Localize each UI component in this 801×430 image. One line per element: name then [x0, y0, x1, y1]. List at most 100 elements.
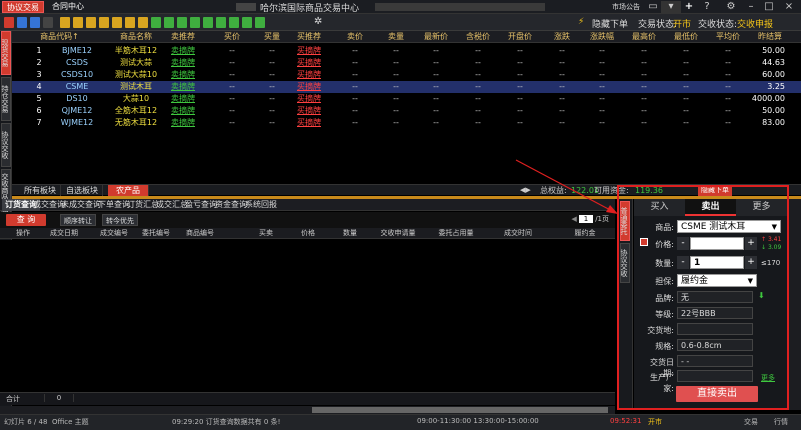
query-col-header[interactable]: 买卖: [248, 228, 284, 239]
query-col-header[interactable]: 数量: [332, 228, 368, 239]
cell-sell[interactable]: 卖摘牌: [165, 93, 201, 105]
col-low[interactable]: 最低价: [669, 31, 703, 43]
grid-icon[interactable]: [43, 17, 53, 28]
market-icon[interactable]: [4, 17, 14, 28]
tool-icon-15[interactable]: [242, 17, 252, 28]
vertical-scrollbar[interactable]: [789, 199, 801, 410]
col-buy-rec[interactable]: 买推荐: [291, 31, 327, 43]
vtab-position-trade[interactable]: 持仓交易: [1, 77, 11, 121]
cell-buy[interactable]: 买摘牌: [291, 93, 327, 105]
tab-contract-center[interactable]: 合同中心: [48, 1, 88, 13]
tool-icon-16[interactable]: [255, 17, 265, 28]
query-col-header[interactable]: 操作: [4, 228, 42, 239]
col-ask[interactable]: 卖价: [340, 31, 370, 43]
tab-agricultural[interactable]: 农产品: [108, 185, 149, 196]
help-icon[interactable]: ?: [697, 1, 717, 13]
close-icon[interactable]: ×: [779, 1, 799, 13]
col-sell-rec[interactable]: 卖推荐: [165, 31, 201, 43]
col-last[interactable]: 最新价: [419, 31, 453, 43]
settings-icon[interactable]: ⚙: [721, 1, 741, 13]
tab-favorites[interactable]: 自选板块: [62, 185, 103, 196]
cell-sell[interactable]: 卖摘牌: [165, 105, 201, 117]
tool-icon-10[interactable]: [177, 17, 187, 28]
scroll-left-icon[interactable]: ◀▶: [520, 186, 531, 194]
new-tab-icon[interactable]: +: [679, 1, 699, 13]
col-tax[interactable]: 含税价: [461, 31, 495, 43]
tool-icon-9[interactable]: [164, 17, 174, 28]
vtab-protocol-exchange[interactable]: 协议交收: [1, 123, 11, 167]
market-notice-link[interactable]: 市场公告: [612, 2, 640, 12]
col-avg[interactable]: 平均价: [711, 31, 745, 43]
query-col-header[interactable]: 成交日期: [42, 228, 86, 239]
tool-icon-7[interactable]: [138, 17, 148, 28]
tool-icon-8[interactable]: [151, 17, 161, 28]
cell-buy[interactable]: 买摘牌: [291, 69, 327, 81]
query-col-header[interactable]: 成交编号: [92, 228, 136, 239]
cell-buy[interactable]: 买摘牌: [291, 45, 327, 57]
hide-order-button[interactable]: 隐藏下单: [592, 17, 628, 30]
cell-sell[interactable]: 卖摘牌: [165, 117, 201, 129]
col-ask-qty[interactable]: 卖量: [381, 31, 411, 43]
cell-sell[interactable]: 卖摘牌: [165, 81, 201, 93]
status-trade[interactable]: 交易: [744, 417, 758, 427]
query-tab[interactable]: 系统回报: [242, 199, 280, 211]
status-quote[interactable]: 行情: [774, 417, 788, 427]
minimize-icon[interactable]: –: [741, 1, 761, 13]
quote-row[interactable]: 5 DS10 大蒜10 卖摘牌 -- -- 买摘牌 -- -- -- -- -- -- -- -- -- -- 4…: [12, 93, 801, 105]
tool-icon-1[interactable]: [60, 17, 70, 28]
query-button[interactable]: 查 询: [6, 214, 46, 226]
gear-icon[interactable]: ✲: [314, 16, 322, 27]
prev-page-icon[interactable]: ◀: [571, 215, 576, 223]
query-col-header[interactable]: 商品编号: [178, 228, 222, 239]
col-chg[interactable]: 涨跌: [547, 31, 577, 43]
col-chgp[interactable]: 涨跌幅: [584, 31, 620, 43]
cell-buy[interactable]: 买摘牌: [291, 117, 327, 129]
cell-sell[interactable]: 卖摘牌: [165, 69, 201, 81]
quote-row[interactable]: 1 BJME12 半筋木耳12 卖摘牌 -- -- 买摘牌 -- -- -- -- -- -- -- -- -…: [12, 45, 801, 57]
tab-protocol-trade[interactable]: 协议交易: [2, 1, 44, 13]
tool-icon-13[interactable]: [216, 17, 226, 28]
col-high[interactable]: 最高价: [627, 31, 661, 43]
scrollbar-thumb[interactable]: [312, 407, 608, 413]
kline-icon[interactable]: [30, 17, 40, 28]
tool-icon-3[interactable]: [86, 17, 96, 28]
transfer-first-button[interactable]: 转今优先: [102, 214, 138, 226]
query-col-header[interactable]: 委托编号: [134, 228, 178, 239]
chat-icon[interactable]: ▭: [643, 1, 663, 13]
col-bid[interactable]: 买价: [217, 31, 247, 43]
quote-row[interactable]: 6 QJME12 全筋木耳12 卖摘牌 -- -- 买摘牌 -- -- -- -- -- -- -- -- -…: [12, 105, 801, 117]
col-settle[interactable]: 昨结算: [753, 31, 787, 43]
tab-all-sections[interactable]: 所有板块: [20, 185, 61, 196]
tool-icon-2[interactable]: [73, 17, 83, 28]
col-open[interactable]: 开盘价: [503, 31, 537, 43]
quote-row[interactable]: 7 WJME12 无筋木耳12 卖摘牌 -- -- 买摘牌 -- -- -- -- -- -- -- -- -…: [12, 117, 801, 129]
col-name[interactable]: 商品名称: [111, 31, 161, 43]
menu-icon[interactable]: ▾: [661, 1, 681, 13]
tool-icon-14[interactable]: [229, 17, 239, 28]
tool-icon-6[interactable]: [125, 17, 135, 28]
cell-sell[interactable]: 卖摘牌: [165, 57, 201, 69]
query-col-header[interactable]: 交收申请量: [370, 228, 426, 239]
quote-row[interactable]: 2 CSDS 测试大蒜 卖摘牌 -- -- 买摘牌 -- -- -- -- -- -- -- -- -- -- 4…: [12, 57, 801, 69]
chart-icon[interactable]: [17, 17, 27, 28]
query-col-header[interactable]: 成交时间: [488, 228, 548, 239]
cell-buy[interactable]: 买摘牌: [291, 105, 327, 117]
maximize-icon[interactable]: □: [759, 1, 779, 13]
quote-row[interactable]: 3 CSDS10 测试大蒜10 卖摘牌 -- -- 买摘牌 -- -- -- -- -- -- -- -- -…: [12, 69, 801, 81]
cell-sell[interactable]: 卖摘牌: [165, 45, 201, 57]
tool-icon-4[interactable]: [99, 17, 109, 28]
vtab-spot-trade[interactable]: 现货交易: [1, 31, 11, 75]
col-code[interactable]: 商品代码↑: [37, 31, 82, 43]
cell-buy[interactable]: 买摘牌: [291, 57, 327, 69]
query-col-header[interactable]: 委托占用量: [428, 228, 484, 239]
col-bid-qty[interactable]: 买量: [257, 31, 287, 43]
query-col-header[interactable]: 履约金: [560, 228, 610, 239]
tool-icon-5[interactable]: [112, 17, 122, 28]
seq-transfer-button[interactable]: 顺序转让: [60, 214, 96, 226]
query-col-header[interactable]: 价格: [286, 228, 330, 239]
page-input[interactable]: 1: [578, 215, 593, 223]
cell-buy[interactable]: 买摘牌: [291, 81, 327, 93]
tool-icon-12[interactable]: [203, 17, 213, 28]
horizontal-scrollbar[interactable]: [0, 406, 615, 414]
quote-row[interactable]: 4 CSME 测试木耳 卖摘牌 -- -- 买摘牌 -- -- -- -- -- -- -- -- -- -- 3…: [12, 81, 801, 93]
